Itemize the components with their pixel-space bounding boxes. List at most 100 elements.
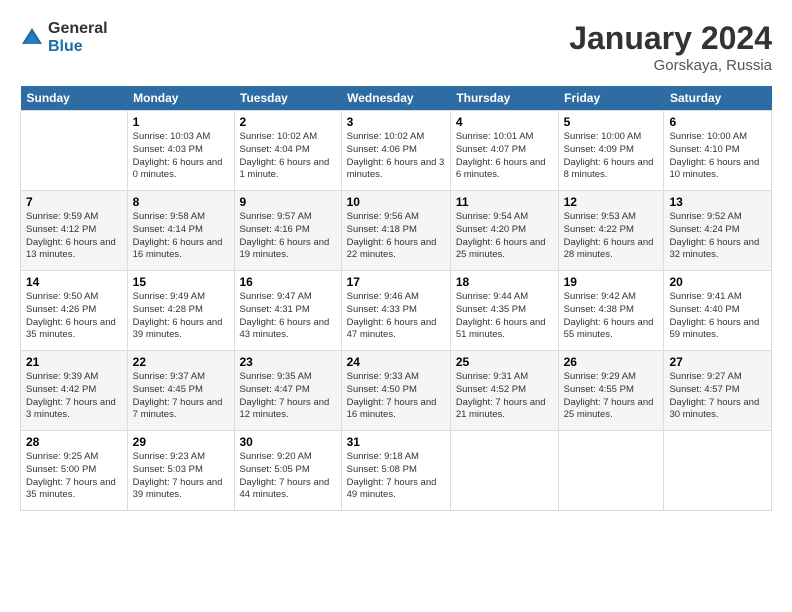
day-info: Sunrise: 9:59 AMSunset: 4:12 PMDaylight:… [26,211,122,262]
calendar-week-4: 21 Sunrise: 9:39 AMSunset: 4:42 PMDayligh… [21,351,772,431]
day-info: Sunrise: 10:01 AMSunset: 4:07 PMDaylight… [456,131,553,182]
day-number: 4 [456,115,553,129]
day-number: 19 [564,275,659,289]
month-title: January 2024 [569,20,772,57]
day-number: 20 [669,275,766,289]
day-info: Sunrise: 9:56 AMSunset: 4:18 PMDaylight:… [347,211,445,262]
col-wednesday: Wednesday [341,86,450,111]
table-row: 4 Sunrise: 10:01 AMSunset: 4:07 PMDayligh… [450,111,558,191]
day-info: Sunrise: 9:58 AMSunset: 4:14 PMDaylight:… [133,211,229,262]
day-number: 29 [133,435,229,449]
logo-blue-text: Blue [48,38,108,56]
table-row: 28 Sunrise: 9:25 AMSunset: 5:00 PMDayligh… [21,431,128,511]
day-info: Sunrise: 9:18 AMSunset: 5:08 PMDaylight:… [347,451,445,502]
table-row: 8 Sunrise: 9:58 AMSunset: 4:14 PMDaylight… [127,191,234,271]
calendar-week-3: 14Sunrise: 9:50 AMSunset: 4:26 PMDayligh… [21,271,772,351]
day-info: Sunrise: 10:00 AMSunset: 4:10 PMDaylight… [669,131,766,182]
day-info: Sunrise: 9:42 AMSunset: 4:38 PMDaylight:… [564,291,659,342]
calendar-header-row: Sunday Monday Tuesday Wednesday Thursday… [21,86,772,111]
day-info: Sunrise: 9:41 AMSunset: 4:40 PMDaylight:… [669,291,766,342]
day-number: 30 [240,435,336,449]
day-info: Sunrise: 9:37 AMSunset: 4:45 PMDaylight:… [133,371,229,422]
table-row: 2Sunrise: 10:02 AMSunset: 4:04 PMDayligh… [234,111,341,191]
day-info: Sunrise: 9:54 AMSunset: 4:20 PMDaylight:… [456,211,553,262]
table-row: 10 Sunrise: 9:56 AMSunset: 4:18 PMDayligh… [341,191,450,271]
col-friday: Friday [558,86,664,111]
day-info: Sunrise: 9:39 AMSunset: 4:42 PMDaylight:… [26,371,122,422]
page-header: General Blue January 2024 Gorskaya, Russ… [20,20,772,74]
day-number: 11 [456,195,553,209]
day-info: Sunrise: 9:49 AMSunset: 4:28 PMDaylight:… [133,291,229,342]
day-info: Sunrise: 9:20 AMSunset: 5:05 PMDaylight:… [240,451,336,502]
day-info: Sunrise: 9:46 AMSunset: 4:33 PMDaylight:… [347,291,445,342]
day-number: 17 [347,275,445,289]
col-monday: Monday [127,86,234,111]
day-number: 21 [26,355,122,369]
day-number: 27 [669,355,766,369]
table-row: 19 Sunrise: 9:42 AMSunset: 4:38 PMDayligh… [558,271,664,351]
day-number: 18 [456,275,553,289]
table-row: 20 Sunrise: 9:41 AMSunset: 4:40 PMDayligh… [664,271,772,351]
table-row: 12 Sunrise: 9:53 AMSunset: 4:22 PMDayligh… [558,191,664,271]
day-number: 12 [564,195,659,209]
day-info: Sunrise: 9:44 AMSunset: 4:35 PMDaylight:… [456,291,553,342]
title-block: January 2024 Gorskaya, Russia [569,20,772,74]
table-row: 23Sunrise: 9:35 AMSunset: 4:47 PMDayligh… [234,351,341,431]
table-row: 3Sunrise: 10:02 AMSunset: 4:06 PMDayligh… [341,111,450,191]
day-number: 31 [347,435,445,449]
table-row: 27 Sunrise: 9:27 AMSunset: 4:57 PMDayligh… [664,351,772,431]
day-info: Sunrise: 10:03 AMSunset: 4:03 PMDaylight… [133,131,229,182]
col-tuesday: Tuesday [234,86,341,111]
calendar-week-1: 1 Sunrise: 10:03 AMSunset: 4:03 PMDayligh… [21,111,772,191]
col-saturday: Saturday [664,86,772,111]
day-number: 22 [133,355,229,369]
day-info: Sunrise: 9:27 AMSunset: 4:57 PMDaylight:… [669,371,766,422]
day-info: Sunrise: 10:02 AMSunset: 4:06 PMDaylight… [347,131,445,182]
table-row: 6 Sunrise: 10:00 AMSunset: 4:10 PMDayligh… [664,111,772,191]
table-row: 13Sunrise: 9:52 AMSunset: 4:24 PMDayligh… [664,191,772,271]
day-number: 16 [240,275,336,289]
location: Gorskaya, Russia [569,57,772,74]
calendar-week-5: 28 Sunrise: 9:25 AMSunset: 5:00 PMDayligh… [21,431,772,511]
table-row: 11 Sunrise: 9:54 AMSunset: 4:20 PMDayligh… [450,191,558,271]
table-row: 26 Sunrise: 9:29 AMSunset: 4:55 PMDayligh… [558,351,664,431]
table-row [450,431,558,511]
day-number: 6 [669,115,766,129]
table-row: 17 Sunrise: 9:46 AMSunset: 4:33 PMDayligh… [341,271,450,351]
day-number: 26 [564,355,659,369]
table-row: 14Sunrise: 9:50 AMSunset: 4:26 PMDayligh… [21,271,128,351]
table-row: 1 Sunrise: 10:03 AMSunset: 4:03 PMDayligh… [127,111,234,191]
day-info: Sunrise: 9:25 AMSunset: 5:00 PMDaylight:… [26,451,122,502]
day-number: 2 [240,115,336,129]
day-info: Sunrise: 9:31 AMSunset: 4:52 PMDaylight:… [456,371,553,422]
day-number: 23 [240,355,336,369]
table-row: 18 Sunrise: 9:44 AMSunset: 4:35 PMDayligh… [450,271,558,351]
day-info: Sunrise: 9:57 AMSunset: 4:16 PMDaylight:… [240,211,336,262]
calendar-table: Sunday Monday Tuesday Wednesday Thursday… [20,86,772,511]
table-row: 5 Sunrise: 10:00 AMSunset: 4:09 PMDayligh… [558,111,664,191]
table-row [558,431,664,511]
table-row: 24Sunrise: 9:33 AMSunset: 4:50 PMDayligh… [341,351,450,431]
day-number: 7 [26,195,122,209]
table-row: 21 Sunrise: 9:39 AMSunset: 4:42 PMDayligh… [21,351,128,431]
day-number: 28 [26,435,122,449]
day-number: 1 [133,115,229,129]
day-number: 24 [347,355,445,369]
day-info: Sunrise: 9:29 AMSunset: 4:55 PMDaylight:… [564,371,659,422]
day-info: Sunrise: 9:47 AMSunset: 4:31 PMDaylight:… [240,291,336,342]
table-row: 22 Sunrise: 9:37 AMSunset: 4:45 PMDayligh… [127,351,234,431]
day-number: 14 [26,275,122,289]
day-number: 10 [347,195,445,209]
col-sunday: Sunday [21,86,128,111]
table-row [664,431,772,511]
logo: General Blue [20,20,108,55]
day-info: Sunrise: 10:00 AMSunset: 4:09 PMDaylight… [564,131,659,182]
table-row: 15Sunrise: 9:49 AMSunset: 4:28 PMDayligh… [127,271,234,351]
day-info: Sunrise: 9:53 AMSunset: 4:22 PMDaylight:… [564,211,659,262]
day-info: Sunrise: 9:23 AMSunset: 5:03 PMDaylight:… [133,451,229,502]
day-number: 8 [133,195,229,209]
table-row: 29 Sunrise: 9:23 AMSunset: 5:03 PMDayligh… [127,431,234,511]
table-row: 16 Sunrise: 9:47 AMSunset: 4:31 PMDayligh… [234,271,341,351]
day-number: 5 [564,115,659,129]
table-row: 9Sunrise: 9:57 AMSunset: 4:16 PMDaylight… [234,191,341,271]
